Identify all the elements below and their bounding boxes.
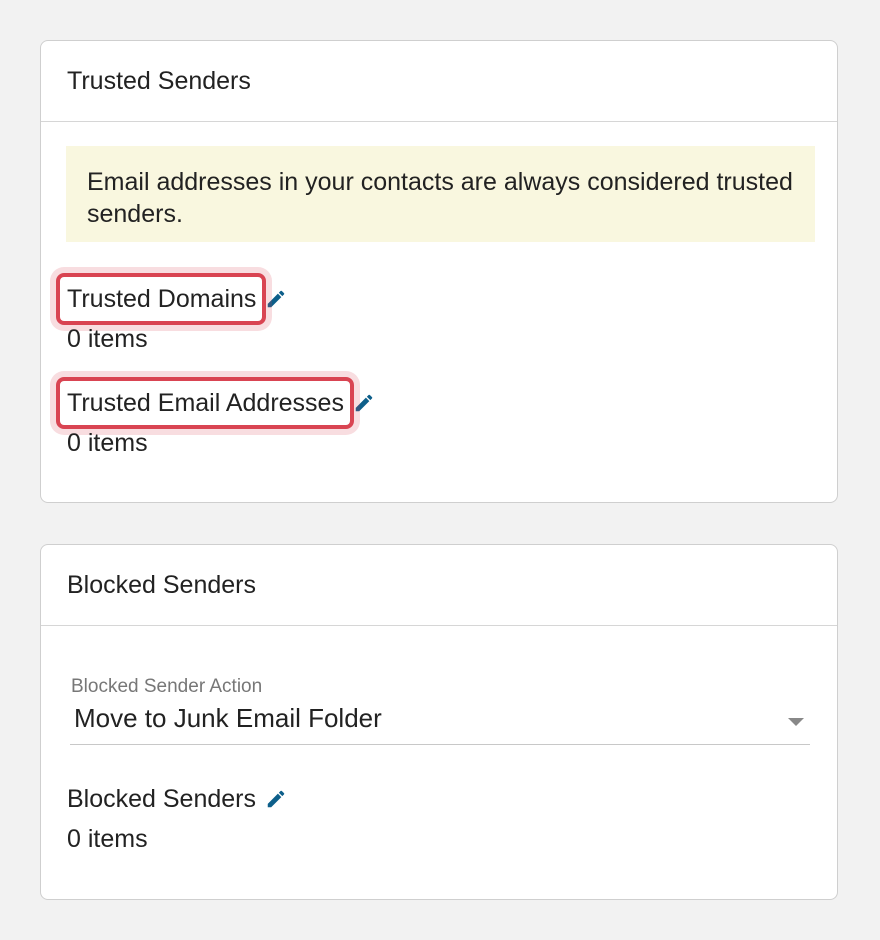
trusted-emails-label: Trusted Email Addresses: [56, 377, 354, 429]
blocked-senders-header: Blocked Senders: [41, 545, 837, 626]
trusted-emails-row: Trusted Email Addresses: [56, 377, 375, 429]
edit-blocked-senders-pencil-icon[interactable]: [265, 788, 287, 810]
trusted-senders-title: Trusted Senders: [67, 66, 251, 95]
blocked-senders-row: Blocked Senders: [67, 784, 287, 814]
edit-trusted-domains-pencil-icon[interactable]: [265, 288, 287, 310]
trusted-domains-count: 0 items: [67, 325, 148, 353]
blocked-action-label: Blocked Sender Action: [71, 676, 263, 697]
blocked-senders-count: 0 items: [67, 825, 148, 853]
trusted-domains-label: Trusted Domains: [55, 273, 267, 325]
trusted-senders-header: Trusted Senders: [41, 41, 837, 122]
trusted-emails-count: 0 items: [67, 429, 148, 457]
caret-down-icon: [788, 718, 804, 726]
blocked-senders-card: Blocked Senders Blocked Sender Action Mo…: [40, 544, 838, 900]
trusted-domains-row: Trusted Domains: [55, 273, 287, 325]
blocked-action-select[interactable]: Move to Junk Email Folder: [70, 701, 810, 745]
blocked-senders-title: Blocked Senders: [67, 570, 257, 599]
blocked-action-value: Move to Junk Email Folder: [74, 703, 382, 733]
edit-trusted-emails-pencil-icon[interactable]: [353, 392, 375, 414]
trusted-senders-card: Trusted Senders Email addresses in your …: [40, 40, 838, 503]
blocked-senders-label: Blocked Senders: [67, 785, 257, 813]
contacts-notice: Email addresses in your contacts are alw…: [66, 146, 815, 242]
